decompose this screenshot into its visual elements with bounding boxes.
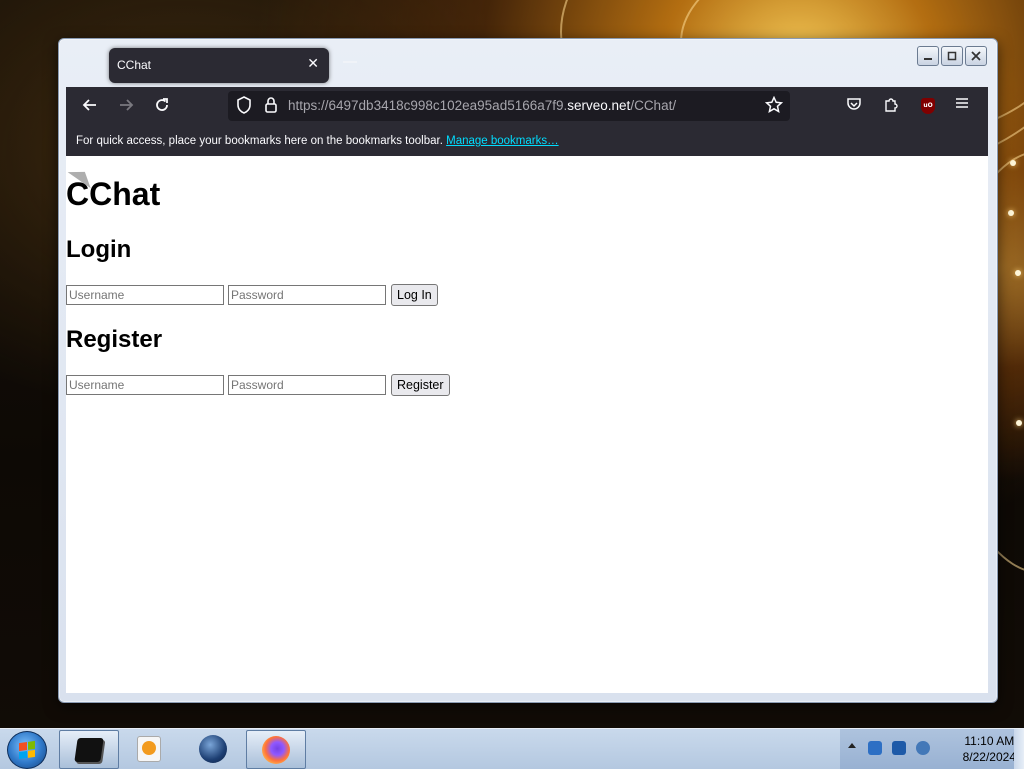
register-username-input[interactable] xyxy=(66,375,224,395)
windows-logo-icon xyxy=(19,740,35,760)
manage-bookmarks-link[interactable]: Manage bookmarks… xyxy=(446,135,559,147)
bookmarks-text: For quick access, place your bookmarks h… xyxy=(76,135,443,147)
login-username-input[interactable] xyxy=(66,285,224,305)
reload-icon[interactable] xyxy=(150,96,174,118)
firefox-icon xyxy=(262,735,290,764)
clock-time: 11:10 AM xyxy=(964,734,1015,748)
address-bar[interactable]: https://6497db3418c998c102ea95ad5166a7f9… xyxy=(228,91,790,121)
taskbar-app-globe[interactable] xyxy=(184,730,242,767)
login-heading: Login xyxy=(66,236,132,263)
url-domain: serveo.net xyxy=(567,98,631,113)
browser-window: CChat ✕ https://6497db3418c998c102ea95ad… xyxy=(58,38,998,703)
start-button[interactable] xyxy=(7,731,47,769)
bookmarks-message: For quick access, place your bookmarks h… xyxy=(76,135,559,147)
taskbar-app-terminal[interactable] xyxy=(59,730,119,769)
minimize-icon[interactable] xyxy=(917,46,939,66)
pocket-icon[interactable] xyxy=(843,96,865,116)
network-icon[interactable] xyxy=(892,741,906,755)
browser-tab[interactable]: CChat ✕ xyxy=(109,48,329,83)
menu-icon[interactable] xyxy=(951,96,973,114)
star-icon[interactable] xyxy=(764,95,784,118)
globe-icon xyxy=(199,734,227,763)
window-controls xyxy=(917,46,987,66)
lock-icon[interactable] xyxy=(264,96,278,118)
page-title: CChat xyxy=(66,176,161,212)
page-content: CChat Login Log In Register Register xyxy=(66,156,988,693)
tab-title: CChat xyxy=(117,58,152,72)
extensions-icon[interactable] xyxy=(880,96,902,116)
taskbar-app-firefox[interactable] xyxy=(246,730,306,769)
login-password-input[interactable] xyxy=(228,285,386,305)
register-password-input[interactable] xyxy=(228,375,386,395)
new-tab-icon[interactable] xyxy=(343,61,357,63)
bookmarks-toolbar: For quick access, place your bookmarks h… xyxy=(66,127,988,156)
system-tray: 11:10 AM 8/22/2024 xyxy=(840,729,1024,769)
tray-expand-icon[interactable] xyxy=(848,743,856,748)
maximize-icon[interactable] xyxy=(941,46,963,66)
url-path: /CChat/ xyxy=(630,98,677,113)
url-prefix: https://6497db3418c998c102ea95ad5166a7f9… xyxy=(288,98,568,113)
back-icon[interactable] xyxy=(78,96,102,118)
taskbar: 11:10 AM 8/22/2024 xyxy=(0,728,1024,769)
taskbar-app-media-player[interactable] xyxy=(120,730,178,767)
ublock-icon[interactable]: uO xyxy=(921,98,935,114)
clock-date: 8/22/2024 xyxy=(962,750,1016,764)
shield-icon[interactable] xyxy=(236,96,252,118)
navigation-toolbar: https://6497db3418c998c102ea95ad5166a7f9… xyxy=(66,87,988,127)
show-desktop-button[interactable] xyxy=(1014,729,1024,769)
register-heading: Register xyxy=(66,326,163,353)
login-button[interactable]: Log In xyxy=(391,284,438,306)
tab-close-icon[interactable]: ✕ xyxy=(307,56,319,72)
close-icon[interactable] xyxy=(965,46,987,66)
clock[interactable]: 11:10 AM 8/22/2024 xyxy=(963,733,1016,765)
media-player-icon xyxy=(137,735,161,762)
url-text[interactable]: https://6497db3418c998c102ea95ad5166a7f9… xyxy=(288,98,676,113)
terminal-icon xyxy=(74,737,104,762)
volume-icon[interactable] xyxy=(916,741,930,755)
security-icon[interactable] xyxy=(868,741,882,755)
forward-icon[interactable] xyxy=(114,96,138,118)
register-button[interactable]: Register xyxy=(391,374,450,396)
